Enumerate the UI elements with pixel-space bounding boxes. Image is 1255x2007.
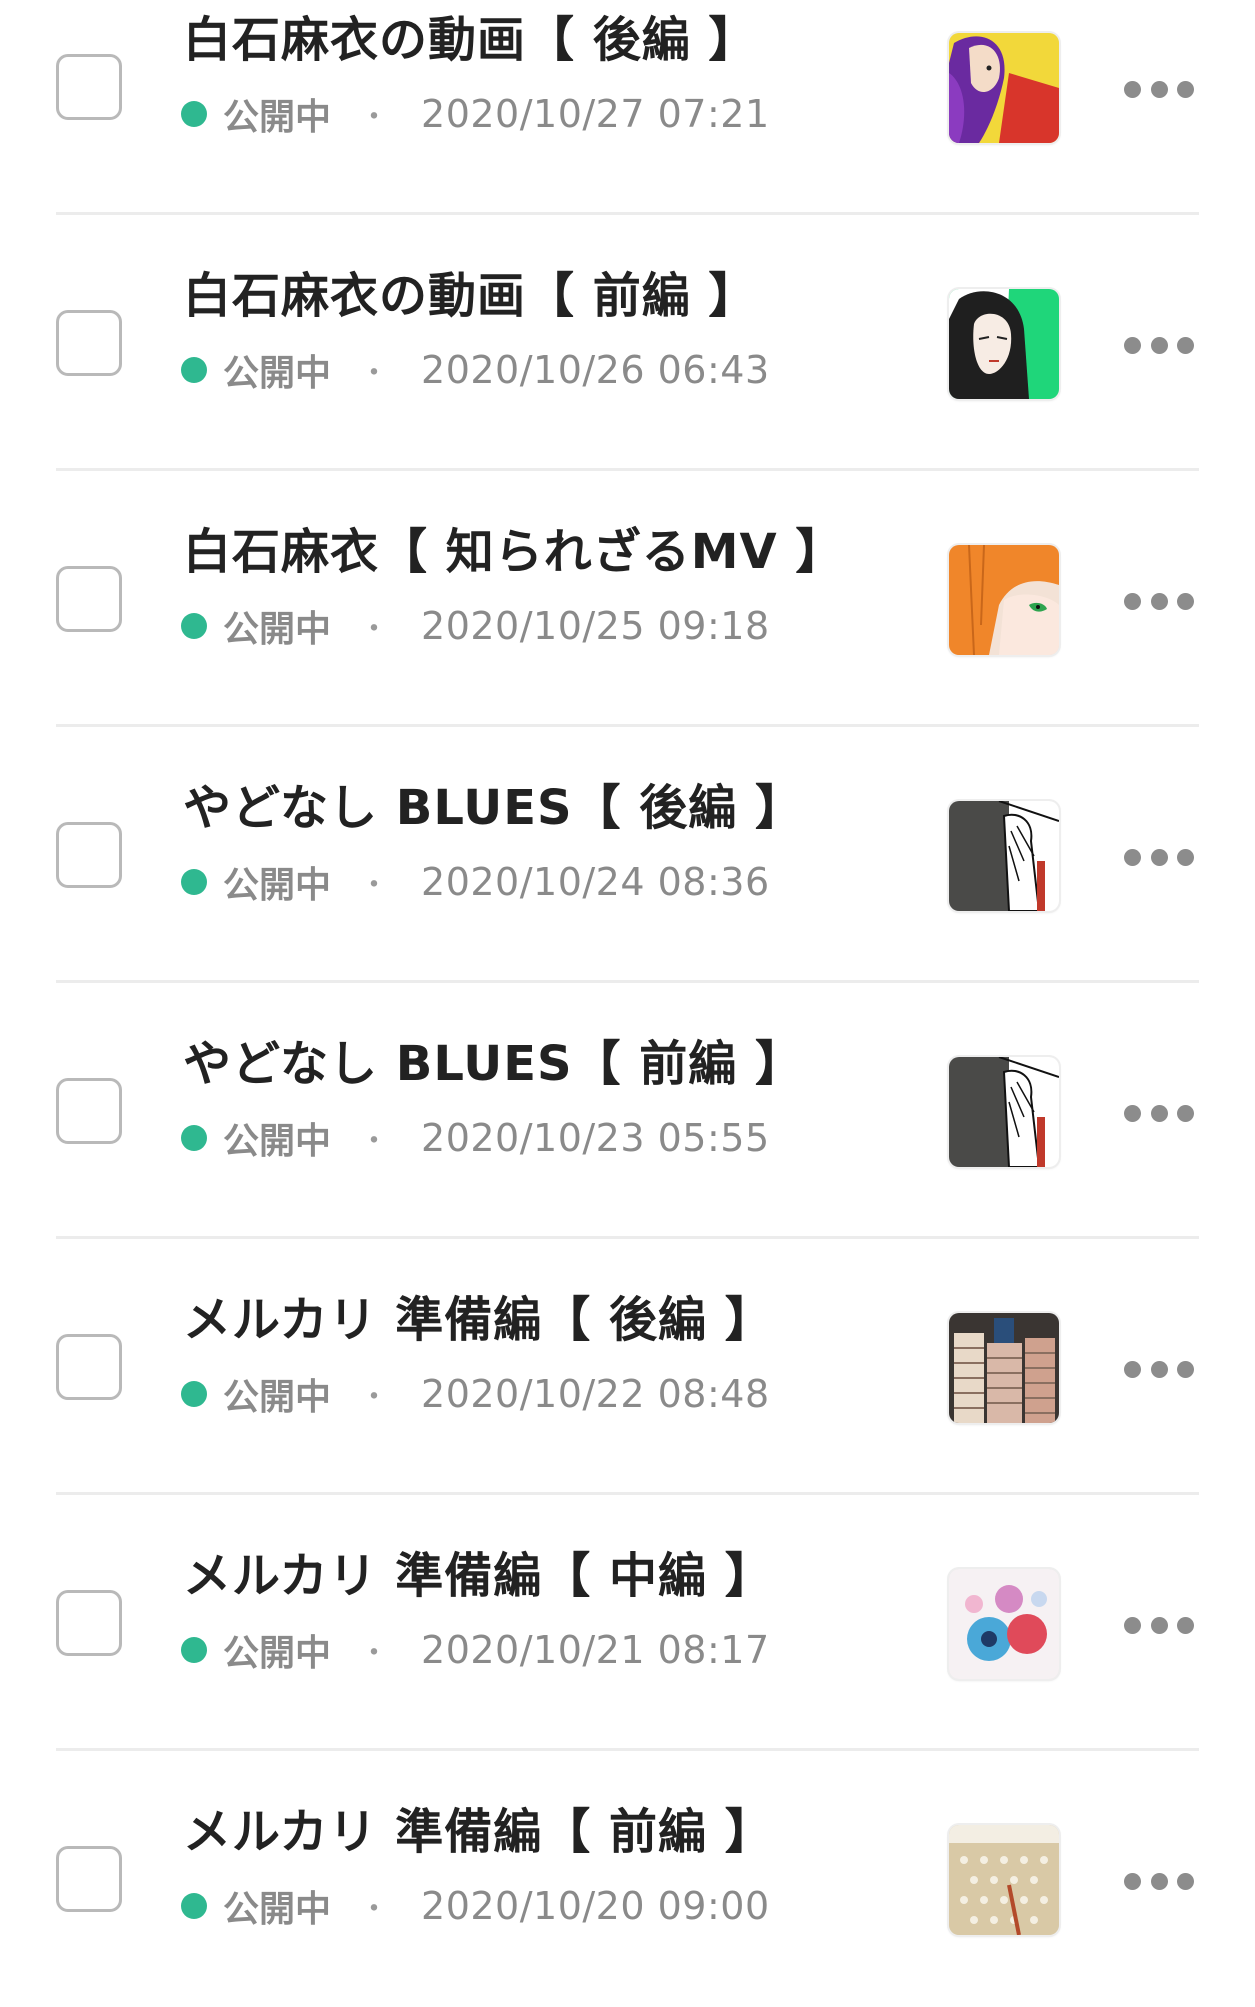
post-date: 2020/10/20 09:00	[421, 1884, 770, 1928]
post-row[interactable]: メルカリ 準備編【 後編 】 公開中 ・ 2020/10/22 08:48	[0, 1239, 1255, 1495]
post-meta: 公開中 ・ 2020/10/25 09:18	[181, 601, 770, 651]
post-thumbnail[interactable]	[949, 1569, 1059, 1679]
status-label: 公開中	[223, 1889, 332, 1930]
select-checkbox[interactable]	[56, 822, 122, 888]
select-checkbox[interactable]	[56, 1846, 122, 1912]
post-thumbnail[interactable]	[949, 289, 1059, 399]
more-options-icon[interactable]	[1124, 69, 1194, 109]
post-meta: 公開中 ・ 2020/10/23 05:55	[181, 1113, 770, 1163]
post-date: 2020/10/26 06:43	[421, 348, 770, 392]
purple-hair-woman-icon	[949, 33, 1059, 143]
post-title[interactable]: やどなし BLUES【 前編 】	[183, 1034, 804, 1094]
status-label: 公開中	[223, 353, 332, 394]
meta-separator: ・	[359, 1636, 390, 1671]
more-options-icon[interactable]	[1124, 1349, 1194, 1389]
post-thumbnail[interactable]	[949, 801, 1059, 911]
post-row[interactable]: 白石麻衣【 知られざるMV 】 公開中 ・ 2020/10/25 09:18	[0, 471, 1255, 727]
meta-separator: ・	[359, 100, 390, 135]
more-options-icon[interactable]	[1124, 1093, 1194, 1133]
post-meta: 公開中 ・ 2020/10/22 08:48	[181, 1369, 770, 1419]
stacked-books-icon	[949, 1313, 1059, 1423]
post-meta: 公開中 ・ 2020/10/24 08:36	[181, 857, 770, 907]
status-dot-icon	[181, 101, 207, 127]
more-options-icon[interactable]	[1124, 581, 1194, 621]
status-label: 公開中	[223, 1121, 332, 1162]
post-thumbnail[interactable]	[949, 33, 1059, 143]
post-row[interactable]: やどなし BLUES【 後編 】 公開中 ・ 2020/10/24 08:36	[0, 727, 1255, 983]
meta-separator: ・	[359, 1892, 390, 1927]
more-options-icon[interactable]	[1124, 1605, 1194, 1645]
more-options-icon[interactable]	[1124, 837, 1194, 877]
post-date: 2020/10/24 08:36	[421, 860, 770, 904]
post-title[interactable]: 白石麻衣の動画【 後編 】	[183, 10, 757, 70]
status-label: 公開中	[223, 609, 332, 650]
woman-green-background-icon	[949, 289, 1059, 399]
status-dot-icon	[181, 1893, 207, 1919]
meta-separator: ・	[359, 1124, 390, 1159]
status-label: 公開中	[223, 1633, 332, 1674]
select-checkbox[interactable]	[56, 566, 122, 632]
status-dot-icon	[181, 1381, 207, 1407]
post-thumbnail[interactable]	[949, 1825, 1059, 1935]
dark-hand-sketch-icon	[949, 801, 1059, 911]
post-title[interactable]: 白石麻衣【 知られざるMV 】	[183, 522, 844, 582]
meta-separator: ・	[359, 1380, 390, 1415]
meta-separator: ・	[359, 612, 390, 647]
select-checkbox[interactable]	[56, 54, 122, 120]
post-thumbnail[interactable]	[949, 545, 1059, 655]
post-title[interactable]: メルカリ 準備編【 中編 】	[183, 1546, 774, 1606]
post-title[interactable]: 白石麻衣の動画【 前編 】	[183, 266, 757, 326]
status-label: 公開中	[223, 97, 332, 138]
status-label: 公開中	[223, 1377, 332, 1418]
post-row[interactable]: やどなし BLUES【 前編 】 公開中 ・ 2020/10/23 05:55	[0, 983, 1255, 1239]
post-row[interactable]: 白石麻衣の動画【 前編 】 公開中 ・ 2020/10/26 06:43	[0, 215, 1255, 471]
meta-separator: ・	[359, 868, 390, 903]
select-checkbox[interactable]	[56, 1078, 122, 1144]
status-label: 公開中	[223, 865, 332, 906]
post-row[interactable]: メルカリ 準備編【 前編 】 公開中 ・ 2020/10/20 09:00	[0, 1751, 1255, 2007]
meta-separator: ・	[359, 356, 390, 391]
post-title[interactable]: メルカリ 準備編【 後編 】	[183, 1290, 774, 1350]
status-dot-icon	[181, 1125, 207, 1151]
post-row[interactable]: 白石麻衣の動画【 後編 】 公開中 ・ 2020/10/27 07:21	[0, 0, 1255, 215]
post-meta: 公開中 ・ 2020/10/26 06:43	[181, 345, 770, 395]
post-row[interactable]: メルカリ 準備編【 中編 】 公開中 ・ 2020/10/21 08:17	[0, 1495, 1255, 1751]
post-thumbnail[interactable]	[949, 1313, 1059, 1423]
post-date: 2020/10/21 08:17	[421, 1628, 770, 1672]
select-checkbox[interactable]	[56, 1590, 122, 1656]
status-dot-icon	[181, 357, 207, 383]
select-checkbox[interactable]	[56, 1334, 122, 1400]
post-title[interactable]: やどなし BLUES【 後編 】	[183, 778, 804, 838]
status-dot-icon	[181, 613, 207, 639]
more-options-icon[interactable]	[1124, 325, 1194, 365]
post-title[interactable]: メルカリ 準備編【 前編 】	[183, 1802, 774, 1862]
colorful-beads-icon	[949, 1569, 1059, 1679]
post-date: 2020/10/27 07:21	[421, 92, 770, 136]
orange-hair-green-eye-icon	[949, 545, 1059, 655]
post-date: 2020/10/22 08:48	[421, 1372, 770, 1416]
post-meta: 公開中 ・ 2020/10/27 07:21	[181, 89, 770, 139]
post-date: 2020/10/23 05:55	[421, 1116, 770, 1160]
more-options-icon[interactable]	[1124, 1861, 1194, 1901]
select-checkbox[interactable]	[56, 310, 122, 376]
status-dot-icon	[181, 869, 207, 895]
dark-hand-sketch-icon	[949, 1057, 1059, 1167]
post-date: 2020/10/25 09:18	[421, 604, 770, 648]
post-meta: 公開中 ・ 2020/10/21 08:17	[181, 1625, 770, 1675]
status-dot-icon	[181, 1637, 207, 1663]
post-meta: 公開中 ・ 2020/10/20 09:00	[181, 1881, 770, 1931]
beige-dotted-package-icon	[949, 1825, 1059, 1935]
post-thumbnail[interactable]	[949, 1057, 1059, 1167]
